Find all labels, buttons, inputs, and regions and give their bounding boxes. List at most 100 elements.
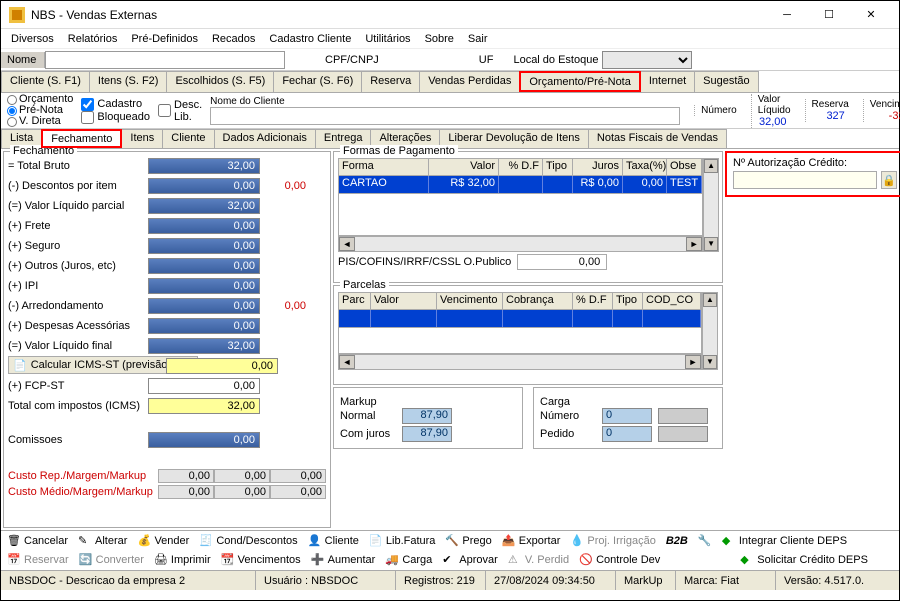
carga-pedido-value: 0 — [602, 426, 652, 442]
btn-controle-dev[interactable]: 🚫Controle Dev — [579, 553, 660, 567]
tab-vendas-perdidas[interactable]: Vendas Perdidas — [419, 71, 520, 92]
local-estoque-select[interactable] — [602, 51, 692, 69]
tab2-dados-adicionais[interactable]: Dados Adicionais — [214, 129, 316, 148]
col-cpf[interactable]: CPF/CNPJ — [325, 54, 379, 66]
search-nome-input[interactable] — [45, 51, 285, 69]
menu-diversos[interactable]: Diversos — [11, 33, 54, 45]
btn-tool-extra[interactable]: 🔧 — [698, 534, 712, 548]
menu-predefinidos[interactable]: Pré-Definidos — [131, 33, 198, 45]
btn-v-perdida[interactable]: ⚠V. Perdid — [508, 553, 569, 567]
calc-icms-value: 0,00 — [166, 358, 278, 374]
parcelas-row-empty[interactable] — [338, 310, 702, 328]
reserva-value: 327 — [812, 110, 849, 122]
btn-reservar[interactable]: 📅Reservar — [7, 553, 69, 567]
menu-recados[interactable]: Recados — [212, 33, 255, 45]
btn-lib-fatura[interactable]: 📄Lib.Fatura — [369, 534, 436, 548]
tab2-fechamento[interactable]: Fechamento — [41, 129, 122, 148]
status-data: 27/08/2024 09:34:50 — [486, 571, 616, 590]
radio-pre-nota[interactable] — [7, 106, 17, 116]
fech-row-9: (=) Valor Líquido final32,00 — [8, 336, 326, 356]
formas-row-1[interactable]: CARTAO R$ 32,00 R$ 0,00 0,00 TEST — [338, 176, 703, 194]
btn-vencimentos[interactable]: 📆Vencimentos — [221, 553, 301, 567]
parcelas-hscroll[interactable]: ◄► — [338, 354, 702, 370]
auth-credito-input[interactable] — [733, 171, 877, 189]
vencimento-value: -3260 — [870, 110, 900, 122]
tab-itens-f2[interactable]: Itens (S. F2) — [89, 71, 168, 92]
invoice-icon: 📄 — [369, 534, 383, 548]
pis-cofins-label: PIS/COFINS/IRRF/CSSL O.Publico — [338, 256, 511, 268]
btn-solicitar-credito-deps[interactable]: ◆Solicitar Crédito DEPS — [740, 553, 868, 567]
status-doc: NBSDOC - Descricao da empresa 2 — [1, 571, 256, 590]
carga-numero-value: 0 — [602, 408, 652, 424]
tab2-itens[interactable]: Itens — [121, 129, 163, 148]
tab2-cliente[interactable]: Cliente — [162, 129, 214, 148]
export-icon: 📤 — [502, 534, 516, 548]
maximize-button[interactable]: ☐ — [809, 3, 849, 27]
parcelas-vscroll[interactable]: ▲▼ — [702, 292, 718, 370]
btn-imprimir[interactable]: 🖨Imprimir — [154, 553, 211, 567]
tab-sugestao[interactable]: Sugestão — [694, 71, 758, 92]
nome-cliente-label: Nome do Cliente — [210, 96, 680, 107]
menu-sobre[interactable]: Sobre — [425, 33, 454, 45]
tabs-primary: Cliente (S. F1) Itens (S. F2) Escolhidos… — [1, 71, 899, 93]
btn-cond-descontos[interactable]: 🧾Cond/Descontos — [199, 534, 297, 548]
btn-prego[interactable]: 🔨Prego — [445, 534, 491, 548]
document-header-row: Orçamento Pré-Nota V. Direta Cadastro Bl… — [1, 93, 899, 129]
tab-internet[interactable]: Internet — [640, 71, 695, 92]
fcp-st-value: 0,00 — [148, 378, 260, 394]
tab2-notas-fiscais[interactable]: Notas Fiscais de Vendas — [588, 129, 727, 148]
formas-hscroll[interactable]: ◄► — [338, 236, 703, 252]
numero-label: Número — [701, 105, 737, 116]
close-button[interactable]: ✕ — [851, 3, 891, 27]
status-versao: Versão: 4.517.0. — [776, 571, 899, 590]
btn-proj-irrigacao[interactable]: 💧Proj. Irrigação — [570, 534, 655, 548]
tab-reserva[interactable]: Reserva — [361, 71, 420, 92]
radio-v-direta[interactable] — [7, 117, 17, 127]
btn-converter[interactable]: 🔄Converter — [79, 553, 144, 567]
window-title: NBS - Vendas Externas — [31, 8, 767, 22]
btn-exportar[interactable]: 📤Exportar — [502, 534, 561, 548]
col-local[interactable]: Local do Estoque — [513, 54, 598, 66]
tab-cliente-f1[interactable]: Cliente (S. F1) — [1, 71, 90, 92]
btn-cliente[interactable]: 👤Cliente — [308, 534, 359, 548]
btn-aumentar[interactable]: ➕Aumentar — [311, 553, 376, 567]
nome-cliente-input[interactable] — [210, 107, 680, 125]
chk-bloqueado[interactable] — [81, 111, 94, 124]
fech-row-2: (=) Valor Líquido parcial32,00 — [8, 196, 326, 216]
menu-sair[interactable]: Sair — [468, 33, 488, 45]
col-uf[interactable]: UF — [479, 54, 494, 66]
btn-vender[interactable]: 💰Vender — [137, 534, 189, 548]
col-nome[interactable]: Nome — [1, 52, 45, 68]
person-icon: 👤 — [308, 534, 322, 548]
menu-utilitarios[interactable]: Utilitários — [365, 33, 410, 45]
radio-orcamento[interactable] — [7, 95, 17, 105]
auth-lock-button[interactable]: 🔒 — [881, 171, 897, 189]
reserva-label: Reserva — [812, 99, 849, 110]
btn-integrar-deps[interactable]: ◆Integrar Cliente DEPS — [722, 534, 847, 548]
tab2-liberar-devolucao[interactable]: Liberar Devolução de Itens — [439, 129, 588, 148]
sync-icon: ◆ — [740, 553, 754, 567]
tab-orcamento-pre-nota[interactable]: Orçamento/Pré-Nota — [519, 71, 640, 92]
lock-icon: 🔒 — [882, 174, 896, 187]
tab-escolhidos-f5[interactable]: Escolhidos (S. F5) — [166, 71, 274, 92]
menu-cadastro-cliente[interactable]: Cadastro Cliente — [269, 33, 351, 45]
btn-alterar[interactable]: ✎Alterar — [78, 534, 127, 548]
formas-vscroll[interactable]: ▲▼ — [703, 158, 719, 252]
menu-relatorios[interactable]: Relatórios — [68, 33, 118, 45]
tab-fechar-f6[interactable]: Fechar (S. F6) — [273, 71, 362, 92]
check-icon: ✔ — [442, 553, 456, 567]
fech-row-6: (+) IPI0,00 — [8, 276, 326, 296]
btn-aprovar[interactable]: ✔Aprovar — [442, 553, 498, 567]
truck-icon: 🚚 — [385, 553, 399, 567]
chk-desc-lib[interactable] — [158, 104, 171, 117]
btn-carga[interactable]: 🚚Carga — [385, 553, 432, 567]
fech-row-0: = Total Bruto32,00 — [8, 156, 326, 176]
btn-b2b[interactable]: B2B — [666, 535, 688, 547]
btn-cancelar[interactable]: 🗑Cancelar — [7, 534, 68, 548]
search-header: Nome CPF/CNPJ UF Local do Estoque — [1, 49, 899, 71]
chk-cadastro[interactable] — [81, 98, 94, 111]
calc-icon: 📄 — [13, 359, 27, 372]
reserve-icon: 📅 — [7, 553, 21, 567]
pis-cofins-input[interactable] — [517, 254, 607, 270]
minimize-button[interactable]: ─ — [767, 3, 807, 27]
